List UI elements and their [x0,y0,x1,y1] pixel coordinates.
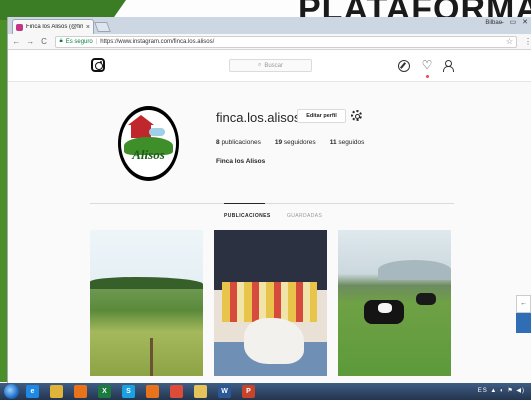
taskbar-folder-icon[interactable] [194,385,207,398]
instagram-favicon-icon [16,23,23,31]
browser-window: Finca los Alisos (@finca... × Bilbao – ▭… [7,17,531,383]
notification-dot [426,75,429,78]
following-count: 11 [329,139,337,146]
address-bar: ← → C 🔒︎ Es seguro | https://www.instagr… [8,34,531,50]
profile-full-name: Finca los Alisos [216,158,266,165]
profile-person-icon[interactable] [442,60,454,72]
instagram-header: ⌕ Buscar ♡ [8,51,531,82]
search-icon: ⌕ [257,62,262,68]
window-controls[interactable]: – ▭ ✕ [500,18,530,26]
taskbar-firefox-icon[interactable] [74,385,87,398]
browser-menu-icon[interactable]: ⋮ [524,37,531,46]
following-stat[interactable]: 11 seguidos [330,139,365,146]
post-thumbnail-market-stand[interactable] [214,230,327,376]
windows-taskbar: e XS WP ES ▲ ◐ ⚑ ◀) [0,383,531,400]
following-label: seguidos [338,139,365,146]
url-field[interactable]: 🔒︎ Es seguro | https://www.instagram.com… [55,35,517,48]
edit-profile-button[interactable]: Editar perfil [297,109,346,123]
url-text: https://www.instagram.com/finca.los.alis… [100,38,215,45]
taskbar-file-explorer-icon[interactable] [50,385,63,398]
posts-label: publicaciones [221,139,261,146]
reload-button[interactable]: C [40,37,49,46]
cow-background-shape [416,293,436,305]
settings-gear-icon[interactable] [351,110,362,121]
product-rack-shape [222,282,317,322]
start-button[interactable] [4,384,19,399]
system-tray[interactable]: ES ▲ ◐ ⚑ ◀) [478,387,525,394]
side-panel-arrow-button[interactable]: ← [516,295,531,313]
new-tab-button[interactable] [94,22,111,32]
active-tab-indicator [224,203,265,204]
instagram-logo-icon[interactable] [91,58,105,72]
taskbar-excel-icon[interactable]: X [98,385,111,398]
tab-guardadas[interactable]: GUARDADAS [287,213,322,219]
followers-label: seguidores [283,139,316,146]
instagram-page: ⌕ Buscar ♡ Alisos finca.los.alisos Edita… [8,51,531,383]
forward-button[interactable]: → [26,37,35,46]
tab-strip: Finca los Alisos (@finca... × Bilbao – ▭… [8,17,531,34]
barn-shape [131,124,151,138]
security-label: Es seguro [65,38,93,45]
profile-stats: 8 publicaciones 19 seguidores 11 seguido… [216,139,364,146]
posts-count: 8 [216,139,220,146]
followers-count: 19 [274,139,283,146]
lock-icon: 🔒︎ [59,38,63,44]
taskbar-firefox-2-icon[interactable] [146,385,159,398]
treeline-shape [90,277,203,289]
profile-avatar[interactable]: Alisos [118,106,179,181]
activity-heart-icon[interactable]: ♡ [421,59,433,72]
side-panel-edge [516,313,531,333]
search-placeholder: Buscar [264,62,284,69]
profile-divider [90,203,454,204]
bookmark-star-icon[interactable]: ☆ [506,37,513,46]
taskbar-skype-icon[interactable]: S [122,385,135,398]
close-tab-icon[interactable]: × [86,24,90,31]
taskbar-powerpoint-icon[interactable]: P [242,385,255,398]
product-bags-shape [244,318,304,364]
post-thumbnail-cows[interactable] [338,230,451,376]
mountain-shape [378,260,451,280]
back-button[interactable]: ← [12,37,21,46]
taskbar-chrome-icon[interactable] [170,385,183,398]
post-thumbnail-pasture[interactable] [90,230,203,376]
explore-compass-icon[interactable] [398,60,410,72]
followers-stat[interactable]: 19 seguidores [275,139,316,146]
posts-stat[interactable]: 8 publicaciones [216,139,261,146]
search-input[interactable]: ⌕ Buscar [229,59,312,72]
tab-publicaciones[interactable]: PUBLICACIONES [224,213,271,219]
fence-post-shape [150,338,153,376]
taskbar-word-icon[interactable]: W [218,385,231,398]
avatar-logo-text: Alisos [132,147,165,162]
tab-title: Finca los Alisos (@finca... [26,24,83,30]
cow-shape [149,128,165,136]
profile-username: finca.los.alisos [216,110,301,125]
taskbar-internet-explorer-icon[interactable]: e [26,385,39,398]
browser-tab[interactable]: Finca los Alisos (@finca... × [12,19,94,34]
cow-foreground-shape [364,300,404,324]
url-separator: | [95,38,98,45]
